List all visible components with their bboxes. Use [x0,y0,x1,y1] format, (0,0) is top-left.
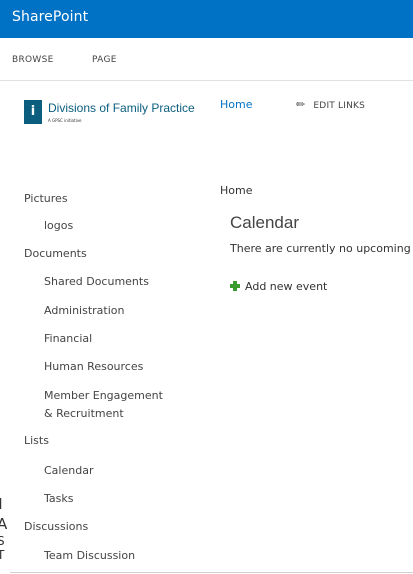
add-new-event-label: Add new event [245,280,328,293]
ql-item-administration[interactable]: Administration [44,302,125,319]
suite-bar: SharePoint [0,0,413,38]
topnav-home-link[interactable]: Home [220,98,252,111]
ql-item-member-engagement[interactable]: Member Engagement [44,387,163,404]
add-new-event-link[interactable]: Add new event [230,280,327,293]
ql-item-shared-documents[interactable]: Shared Documents [44,273,149,290]
plus-icon [230,281,240,291]
ql-heading-documents[interactable]: Documents [24,245,87,262]
ql-item-calendar[interactable]: Calendar [44,462,93,479]
edit-links-label: EDIT LINKS [313,101,366,111]
ql-heading-discussions[interactable]: Discussions [24,518,88,535]
site-logo-name: Divisions of Family Practice [48,101,195,115]
bg-fragment-line: A [0,515,8,533]
site-logo[interactable]: i Divisions of Family Practice A GPSC in… [24,100,204,130]
ql-item-financial[interactable]: Financial [44,330,92,347]
ql-heading-pictures[interactable]: Pictures [24,190,68,207]
page-title: Calendar [230,213,299,232]
bg-fragment-line: I [0,494,12,514]
empty-message: There are currently no upcoming [230,242,411,255]
ql-item-recruitment[interactable]: & Recruitment [44,405,124,422]
bg-fragment-line: T [0,548,5,562]
family-practice-logo-icon: i [24,100,42,124]
tab-browse[interactable]: BROWSE [12,55,54,65]
sharepoint-brand-link[interactable]: SharePoint [12,9,88,25]
ql-heading-lists[interactable]: Lists [24,432,49,449]
divider [10,572,413,573]
ql-item-human-resources[interactable]: Human Resources [44,358,143,375]
bg-fragment-line: S [0,534,5,548]
ql-item-logos[interactable]: logos [44,217,73,234]
tab-page[interactable]: PAGE [92,55,117,65]
ql-item-tasks[interactable]: Tasks [44,490,73,507]
ql-item-team-discussion[interactable]: Team Discussion [44,547,135,564]
ribbon-bar: BROWSE PAGE [0,38,413,81]
background-text-fragment: I A S T [0,494,12,574]
edit-links-button[interactable]: ✏ EDIT LINKS [296,98,365,111]
pencil-icon: ✏ [296,98,306,111]
site-logo-tagline: A GPSC initiative [48,118,82,123]
breadcrumb-home[interactable]: Home [220,184,252,197]
